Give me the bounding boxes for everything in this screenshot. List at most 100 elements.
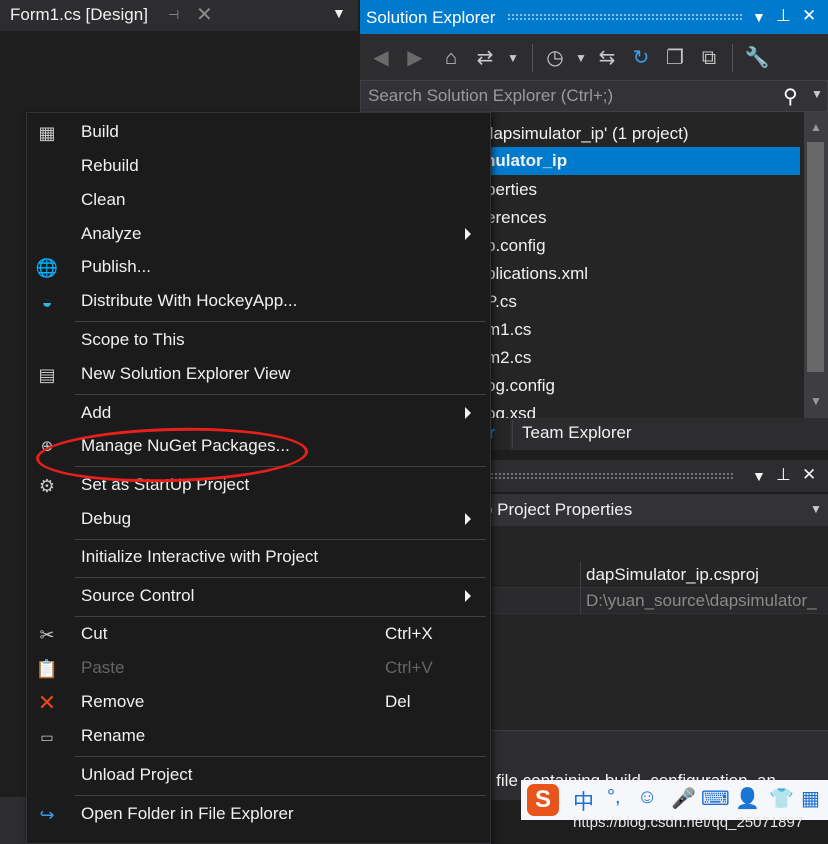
ime-language[interactable]: 中 <box>573 786 594 816</box>
collapse-all-icon[interactable]: ❐ <box>662 45 688 71</box>
hockeyapp-icon: ◒ <box>41 292 53 312</box>
pin-icon[interactable]: ⊣ <box>168 7 182 22</box>
menu-item-label: Source Control <box>81 586 195 605</box>
property-value[interactable]: dapSimulator_ip.csproj <box>586 565 759 585</box>
chevron-down-icon[interactable]: ▼ <box>332 5 346 21</box>
ime-logo[interactable]: S <box>527 784 559 816</box>
column-divider <box>580 588 581 614</box>
sync-icon[interactable]: ⇆ <box>594 45 620 71</box>
submenu-arrow-icon <box>465 590 471 602</box>
ime-punctuation[interactable]: °, <box>607 786 621 809</box>
menu-item-paste[interactable]: 📋 Paste Ctrl+V <box>27 652 490 686</box>
menu-item-new-se-view[interactable]: ▤ New Solution Explorer View <box>27 358 490 392</box>
search-icon[interactable]: ⚲ <box>783 84 798 109</box>
chevron-down-icon[interactable]: ▼ <box>752 9 766 25</box>
menu-item-rebuild[interactable]: Rebuild <box>27 150 490 184</box>
pin-icon[interactable]: ⊥ <box>776 465 791 485</box>
menu-item-label: Add <box>81 403 112 422</box>
chevron-down-icon[interactable]: ▼ <box>810 502 822 516</box>
tree-item-label: perties <box>486 180 538 199</box>
chevron-down-icon[interactable]: ▼ <box>568 45 594 71</box>
chevron-down-icon[interactable]: ▼ <box>811 87 823 101</box>
search-input[interactable]: Search Solution Explorer (Ctrl+;) <box>368 86 613 106</box>
scroll-up-icon[interactable]: ▲ <box>810 120 822 134</box>
menu-item-add[interactable]: Add <box>27 397 490 431</box>
menu-item-distribute[interactable]: ◒ Distribute With HockeyApp... <box>27 285 490 319</box>
menu-item-cut[interactable]: ✂ Cut Ctrl+X <box>27 618 490 652</box>
menu-separator <box>75 321 486 322</box>
forward-icon[interactable]: ▶ <box>402 45 428 71</box>
close-icon[interactable]: ✕ <box>196 2 213 27</box>
solution-explorer-toolbar: ◀ ▶ ⌂ ⇄ ▼ ◷ ▼ ⇆ ↻ ❐ ⧉ 🔧 <box>360 34 828 80</box>
menu-item-scope[interactable]: Scope to This <box>27 324 490 358</box>
menu-item-label: Distribute With HockeyApp... <box>81 291 298 310</box>
user-icon[interactable]: 👤 <box>735 786 760 811</box>
menu-item-publish[interactable]: 🌐 Publish... <box>27 251 490 285</box>
submenu-arrow-icon <box>465 407 471 419</box>
new-view-icon: ▤ <box>38 365 56 385</box>
menu-item-remove[interactable]: ✕ Remove Del <box>27 686 490 720</box>
menu-item-shortcut: Ctrl+V <box>385 658 433 677</box>
tab-divider <box>512 420 513 448</box>
menu-item-analyze[interactable]: Analyze <box>27 218 490 252</box>
menu-item-label: Open Folder in File Explorer <box>81 804 294 823</box>
home-icon[interactable]: ⌂ <box>438 45 464 71</box>
tree-item-label: m2.cs <box>486 348 532 367</box>
shirt-icon[interactable]: 👕 <box>769 786 794 811</box>
tree-scrollbar[interactable]: ▲ ▼ <box>804 112 828 418</box>
menu-item-interactive[interactable]: Initialize Interactive with Project <box>27 541 490 575</box>
microphone-icon[interactable]: 🎤 <box>671 786 696 811</box>
menu-item-unload[interactable]: Unload Project <box>27 759 490 793</box>
tree-item-label: og.xsd <box>486 404 537 418</box>
menu-separator <box>75 539 486 540</box>
chevron-down-icon[interactable]: ▼ <box>500 45 526 71</box>
menu-item-open-folder[interactable]: ↪ Open Folder in File Explorer <box>27 798 490 832</box>
search-box[interactable]: Search Solution Explorer (Ctrl+;) ⚲ ▼ <box>360 80 828 112</box>
toolbar-separator <box>532 44 533 72</box>
pending-changes-icon[interactable]: ◷ <box>542 45 568 71</box>
menu-item-label: New Solution Explorer View <box>81 364 291 383</box>
menu-separator <box>75 394 486 395</box>
close-icon[interactable]: ✕ <box>802 6 816 26</box>
properties-object-title: p Project Properties <box>482 500 633 519</box>
refresh-icon[interactable]: ↻ <box>628 45 654 71</box>
submenu-arrow-icon <box>465 228 471 240</box>
menu-item-clean[interactable]: Clean <box>27 184 490 218</box>
globe-icon: 🌐 <box>35 258 59 278</box>
emoji-icon[interactable]: ☺ <box>637 786 657 809</box>
watermark: https://blog.csdn.net/qq_25071897 <box>573 814 804 831</box>
title-grip <box>507 13 743 21</box>
menu-item-label: Remove <box>81 692 145 711</box>
copy-icon[interactable]: ⧉ <box>696 45 722 71</box>
keyboard-icon[interactable]: ⌨ <box>701 786 730 811</box>
chevron-down-icon[interactable]: ▼ <box>752 468 766 484</box>
close-icon[interactable]: ✕ <box>802 465 816 485</box>
title-grip <box>482 472 734 480</box>
back-icon[interactable]: ◀ <box>368 45 394 71</box>
menu-separator <box>75 616 486 617</box>
refresh-arrow-icon: ↪ <box>39 805 55 825</box>
scrollbar-thumb[interactable] <box>807 142 824 372</box>
wrench-icon[interactable]: 🔧 <box>744 45 770 71</box>
solution-explorer-title-bar: Solution Explorer ▼ ⊥ ✕ <box>360 0 828 34</box>
menu-item-build[interactable]: ▦ Build <box>27 116 490 150</box>
document-tab[interactable]: Form1.cs [Design] ⊣ ✕ ▼ <box>0 0 358 31</box>
menu-item-label: Debug <box>81 509 132 528</box>
column-divider <box>580 562 581 588</box>
pin-icon[interactable]: ⊥ <box>776 6 791 26</box>
property-value[interactable]: D:\yuan_source\dapsimulator_ <box>586 591 817 611</box>
scroll-down-icon[interactable]: ▼ <box>810 394 822 408</box>
rename-icon: ▭ <box>40 729 54 745</box>
menu-item-source-control[interactable]: Source Control <box>27 580 490 614</box>
menu-item-label: Clean <box>81 190 126 209</box>
menu-item-debug[interactable]: Debug <box>27 503 490 537</box>
menu-item-rename[interactable]: ▭ Rename <box>27 720 490 754</box>
menu-separator <box>75 795 486 796</box>
menu-item-label: Publish... <box>81 257 151 276</box>
tab-team-explorer[interactable]: Team Explorer <box>522 423 632 443</box>
menu-item-shortcut: Del <box>385 692 411 711</box>
tree-item-label: plications.xml <box>486 264 589 283</box>
grid-icon[interactable]: ▦ <box>801 786 820 811</box>
document-tab-title[interactable]: Form1.cs [Design] <box>10 5 148 25</box>
switch-views-icon[interactable]: ⇄ <box>472 45 498 71</box>
